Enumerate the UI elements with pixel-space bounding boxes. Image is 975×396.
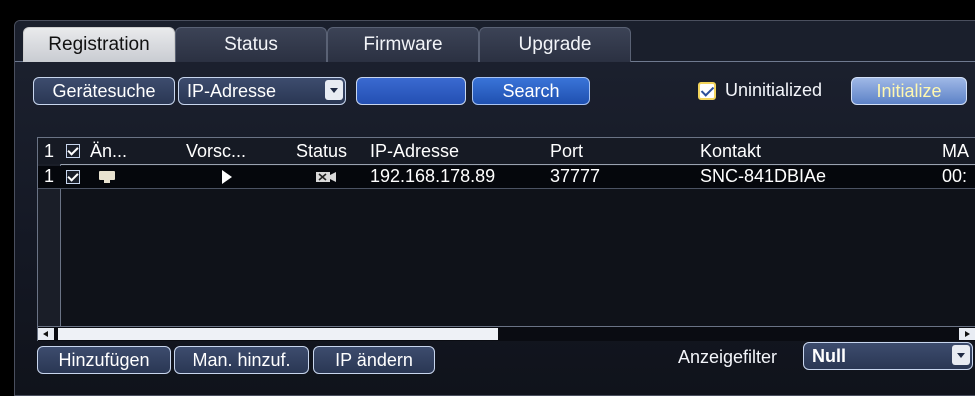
table-header: 1 Än... Vorsc... Status IP-Adresse Port …	[38, 138, 975, 165]
device-search-button[interactable]: Gerätesuche	[33, 77, 175, 105]
display-filter-select[interactable]: Null	[803, 342, 973, 370]
scroll-right-icon[interactable]	[959, 328, 975, 340]
scroll-left-icon[interactable]	[38, 328, 54, 340]
row-checkbox[interactable]	[66, 170, 80, 184]
camera-offline-icon	[316, 172, 336, 182]
change-ip-button[interactable]: IP ändern	[313, 346, 435, 374]
search-input[interactable]	[356, 77, 466, 105]
column-header-mac[interactable]: MA	[942, 141, 969, 162]
mac-cell: 00:	[942, 166, 968, 186]
add-button[interactable]: Hinzufügen	[37, 346, 171, 374]
device-icon	[99, 171, 115, 183]
initialize-button[interactable]: Initialize	[851, 77, 967, 105]
column-header-preview[interactable]: Vorsc...	[186, 141, 246, 162]
ip-address-cell: 192.168.178.89	[370, 166, 496, 186]
column-header-kontakt[interactable]: Kontakt	[700, 141, 761, 162]
tab-bar: Registration Status Firmware Upgrade	[15, 21, 975, 62]
tab-firmware[interactable]: Firmware	[327, 27, 479, 62]
device-manager-panel: Registration Status Firmware Upgrade Ger…	[14, 20, 975, 396]
uninitialized-label: Uninitialized	[725, 80, 823, 100]
search-type-value: IP-Adresse	[187, 81, 277, 101]
tab-registration[interactable]: Registration	[23, 27, 175, 62]
row-index: 1	[44, 166, 55, 186]
manual-add-button[interactable]: Man. hinzuf.	[174, 346, 309, 374]
column-header-status[interactable]: Status	[296, 141, 347, 162]
table-row[interactable]: 1 192.168.178.89 37777 SNC-841DBIAe 00:	[38, 166, 975, 189]
header-index: 1	[44, 141, 55, 161]
column-header-ip[interactable]: IP-Adresse	[370, 141, 459, 162]
display-filter-value: Null	[812, 346, 846, 366]
play-preview-icon[interactable]	[221, 169, 233, 185]
column-header-name[interactable]: Än...	[90, 141, 127, 162]
scroll-thumb[interactable]	[58, 328, 498, 340]
chevron-down-icon[interactable]	[952, 345, 970, 365]
search-type-select[interactable]: IP-Adresse	[178, 77, 346, 105]
screen: Registration Status Firmware Upgrade Ger…	[0, 0, 975, 396]
device-table: 1 Än... Vorsc... Status IP-Adresse Port …	[37, 137, 975, 341]
display-filter-label: Anzeigefilter	[678, 347, 778, 367]
column-header-port[interactable]: Port	[550, 141, 583, 162]
search-button[interactable]: Search	[472, 77, 590, 105]
horizontal-scrollbar[interactable]	[38, 326, 975, 341]
uninitialized-checkbox[interactable]	[698, 82, 716, 100]
tab-status[interactable]: Status	[175, 27, 327, 62]
tab-upgrade[interactable]: Upgrade	[479, 27, 631, 62]
port-cell: 37777	[550, 166, 601, 186]
kontakt-cell: SNC-841DBIAe	[700, 166, 827, 186]
chevron-down-icon[interactable]	[325, 80, 343, 100]
select-all-checkbox[interactable]	[66, 144, 80, 158]
